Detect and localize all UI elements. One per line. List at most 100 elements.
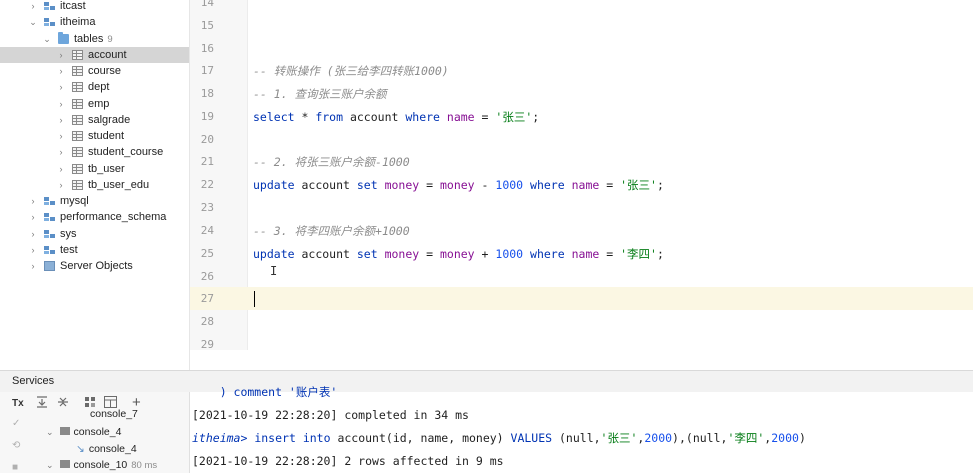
sql-keyword: from <box>315 110 344 124</box>
tree-item-account[interactable]: › account <box>0 46 189 63</box>
tree-item-student-course[interactable]: › student_course <box>0 144 189 160</box>
tree-item-dept[interactable]: › dept <box>0 79 189 95</box>
chevron-right-icon[interactable]: › <box>56 79 66 95</box>
tree-item-label: dept <box>88 81 110 94</box>
sql-text: = <box>599 178 621 192</box>
sql-column: name <box>446 110 475 124</box>
sql-string: '李四' <box>620 247 657 261</box>
item-count: 9 <box>107 33 113 45</box>
tree-item-server-objects[interactable]: › Server Objects <box>0 258 189 274</box>
console-label: console_7 <box>90 408 138 420</box>
sql-string: '张三' <box>600 431 638 445</box>
line-number: 17 <box>200 64 214 77</box>
database-icon <box>44 17 55 27</box>
code-line-19[interactable]: select * from account where name = '张三'; <box>253 110 539 124</box>
chevron-down-icon[interactable]: ⌄ <box>28 14 38 30</box>
transaction-mode-icon[interactable]: Tx <box>12 398 24 409</box>
services-panel-header: Services <box>0 370 973 392</box>
chevron-right-icon[interactable]: › <box>56 47 66 63</box>
sql-text: account <box>343 110 406 124</box>
chevron-right-icon[interactable]: › <box>56 128 66 144</box>
table-icon <box>72 98 83 109</box>
tree-item-test[interactable]: › test <box>0 242 189 258</box>
tree-item-itheima[interactable]: ⌄ itheima <box>0 14 189 30</box>
rollback-icon[interactable]: ⟲ <box>12 440 20 451</box>
sql-column: money <box>439 247 475 261</box>
tree-item-salgrade[interactable]: › salgrade <box>0 112 189 128</box>
table-icon <box>72 66 83 76</box>
sql-column: name <box>571 178 600 192</box>
console-item[interactable]: ⌄ console_10 80 ms <box>46 457 157 473</box>
check-icon[interactable]: ✓ <box>12 418 20 429</box>
chevron-right-icon[interactable]: › <box>56 96 66 112</box>
line-number: 23 <box>200 201 214 214</box>
console-icon <box>59 427 70 435</box>
database-icon <box>44 212 55 222</box>
console-icon <box>59 460 70 468</box>
sql-text: ; <box>656 178 664 192</box>
tree-item-label: student_course <box>88 146 164 159</box>
console-label: console_4 <box>73 426 122 438</box>
tree-item-label: course <box>88 65 122 77</box>
tree-item-performance-schema[interactable]: › performance_schema <box>0 209 189 225</box>
console-item[interactable]: ↘ console_4 <box>76 441 137 457</box>
chevron-right-icon[interactable]: › <box>28 209 38 225</box>
tree-item-sys[interactable]: › sys <box>0 226 189 242</box>
chevron-down-icon: ⌄ <box>46 427 54 437</box>
chevron-right-icon[interactable]: › <box>56 144 66 160</box>
console-item[interactable]: ⌄ console_4 <box>46 424 121 440</box>
sql-text: * <box>294 110 316 124</box>
code-line-18[interactable]: -- 1. 查询张三账户余额 <box>253 87 387 101</box>
tree-item-tb-user[interactable]: › tb_user <box>0 161 189 177</box>
tree-item-student[interactable]: › student <box>0 128 189 144</box>
sql-text: = <box>474 110 496 124</box>
sql-number: 1000 <box>495 247 524 261</box>
sql-console-icon: ↘ <box>76 443 85 455</box>
code-line-22[interactable]: update account set money = money - 1000 … <box>253 178 664 192</box>
chevron-right-icon[interactable]: › <box>28 242 38 258</box>
chevron-right-icon[interactable]: › <box>56 112 66 128</box>
expand-all-icon[interactable] <box>36 396 48 411</box>
tree-item-tables[interactable]: ⌄ tables 9 <box>0 31 189 47</box>
table-icon <box>72 49 83 60</box>
chevron-down-icon[interactable]: ⌄ <box>42 31 52 47</box>
sql-text: = <box>599 247 621 261</box>
tree-item-emp[interactable]: › emp <box>0 96 189 112</box>
chevron-right-icon[interactable]: › <box>56 177 66 193</box>
sql-text: ),(null, <box>672 431 728 445</box>
sql-column: money <box>384 178 420 192</box>
tree-item-itcast[interactable]: › itcast <box>0 0 189 14</box>
tree-item-course[interactable]: › course <box>0 63 189 79</box>
line-number: 26 <box>200 270 214 283</box>
console-item[interactable]: console_7 <box>90 406 138 422</box>
current-line-highlight <box>190 287 973 310</box>
table-icon <box>72 131 83 141</box>
collapse-all-icon[interactable] <box>57 396 69 411</box>
code-line-21[interactable]: -- 2. 将张三账户余额-1000 <box>253 155 410 169</box>
table-icon <box>72 114 83 125</box>
chevron-right-icon[interactable]: › <box>28 258 38 274</box>
code-line-24[interactable]: -- 3. 将李四账户余额+1000 <box>253 224 410 238</box>
code-line-25[interactable]: update account set money = money + 1000 … <box>253 247 664 261</box>
tree-item-label: student <box>88 130 125 142</box>
tree-item-tb-user-edu[interactable]: › tb_user_edu <box>0 177 189 193</box>
line-number: 18 <box>200 87 214 100</box>
table-icon <box>72 147 83 158</box>
console-label: console_4 <box>88 443 137 455</box>
chevron-right-icon[interactable]: › <box>28 193 38 209</box>
line-number: 15 <box>200 19 214 32</box>
chevron-right-icon[interactable]: › <box>28 226 38 242</box>
table-icon <box>72 82 83 93</box>
database-icon <box>44 196 55 206</box>
chevron-right-icon[interactable]: › <box>28 0 38 14</box>
code-line-17[interactable]: -- 转账操作 (张三给李四转账1000) <box>253 64 449 78</box>
chevron-right-icon[interactable]: › <box>56 63 66 79</box>
stop-icon[interactable]: ■ <box>12 462 18 473</box>
chevron-right-icon[interactable]: › <box>56 161 66 177</box>
sql-keyword: update <box>253 247 295 261</box>
console-label: console_10 <box>73 459 128 471</box>
tree-item-mysql[interactable]: › mysql <box>0 193 189 209</box>
